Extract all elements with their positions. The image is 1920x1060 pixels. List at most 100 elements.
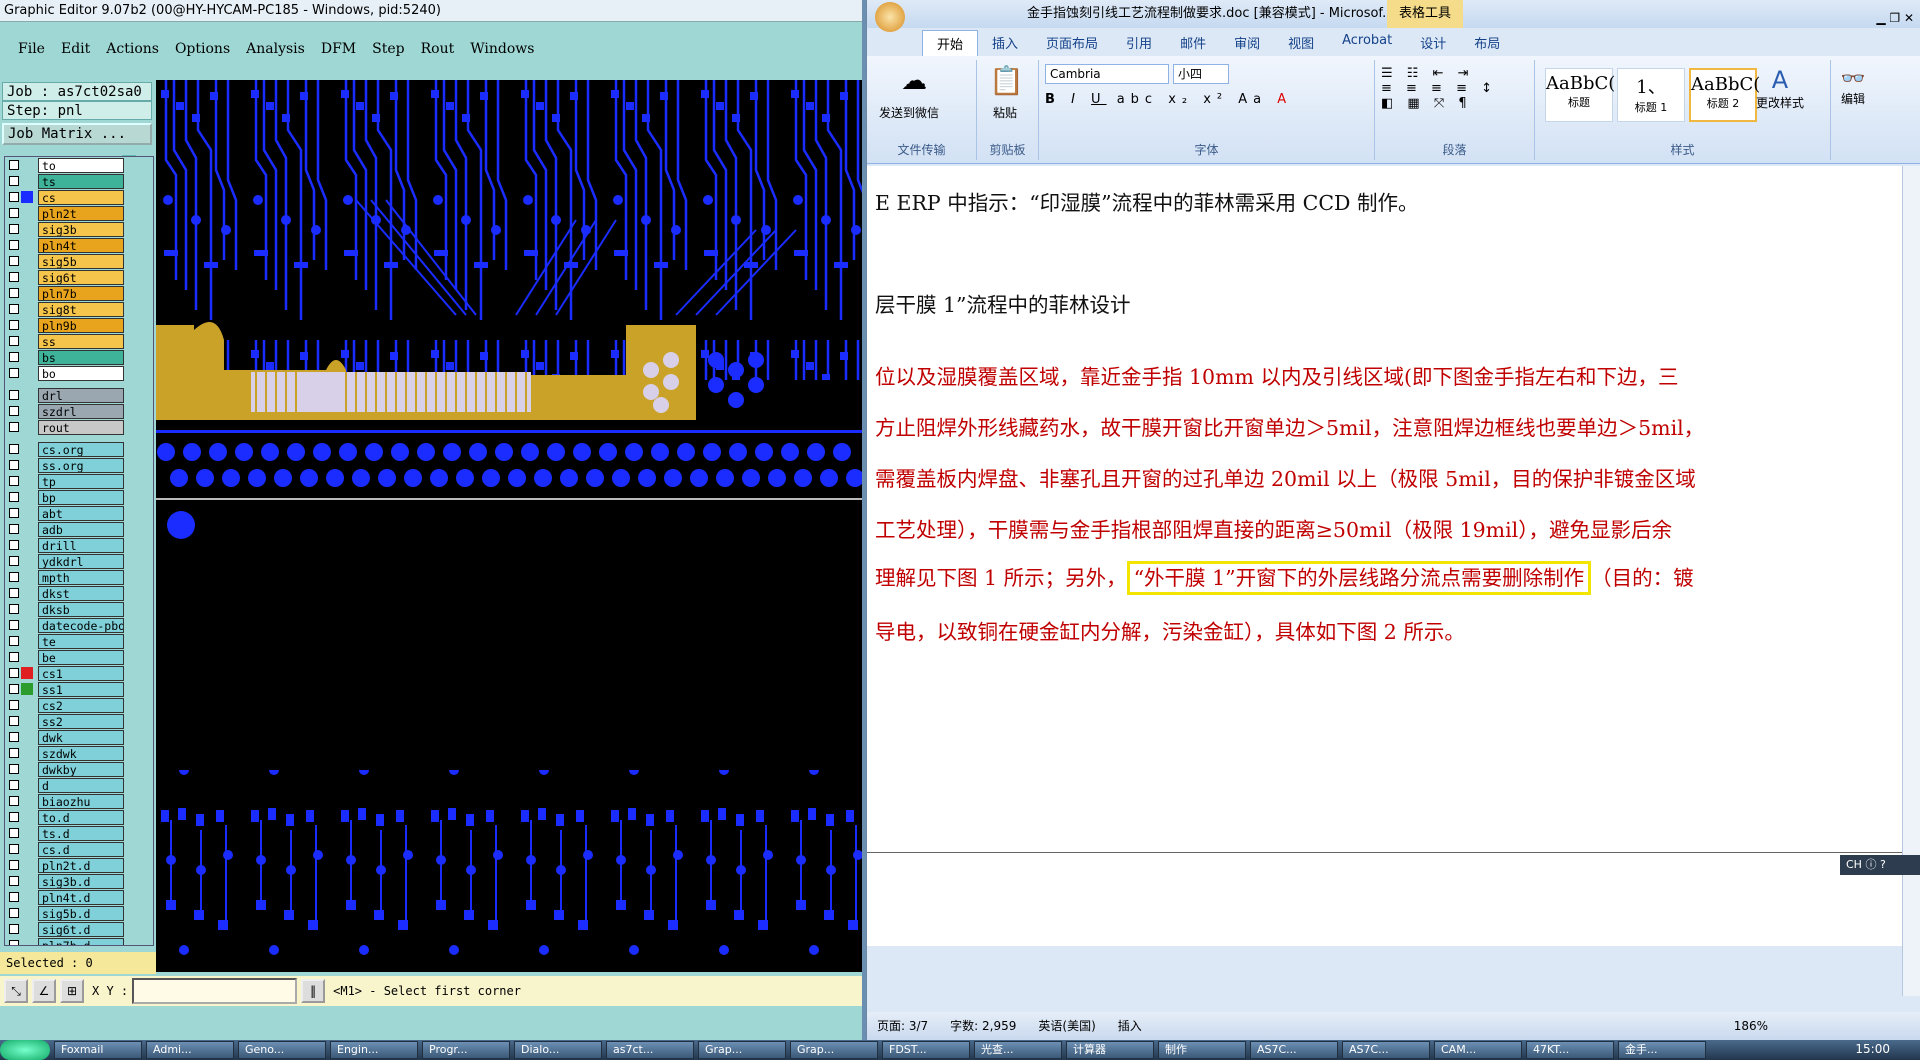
- layer-checkbox[interactable]: [9, 256, 19, 266]
- layer-name[interactable]: sig8t: [38, 301, 124, 317]
- layer-row[interactable]: sig6t.d: [5, 921, 153, 937]
- font-name-field[interactable]: Cambria: [1045, 64, 1169, 84]
- ribbon-tab[interactable]: 设计: [1406, 30, 1460, 56]
- layer-name[interactable]: sig3b: [38, 221, 124, 237]
- taskbar-item[interactable]: Grap...: [698, 1041, 786, 1059]
- layer-name[interactable]: abt: [38, 505, 124, 521]
- layer-checkbox[interactable]: [9, 492, 19, 502]
- layer-name[interactable]: ss1: [38, 681, 124, 697]
- layer-checkbox[interactable]: [9, 748, 19, 758]
- layer-checkbox[interactable]: [9, 716, 19, 726]
- layer-row[interactable]: to.d: [5, 809, 153, 825]
- layer-checkbox[interactable]: [9, 588, 19, 598]
- layer-checkbox[interactable]: [9, 320, 19, 330]
- layer-checkbox[interactable]: [9, 444, 19, 454]
- layer-name[interactable]: pln4t: [38, 237, 124, 253]
- insert-mode[interactable]: 插入: [1118, 1012, 1142, 1040]
- layer-row[interactable]: ss.org: [5, 457, 153, 473]
- layer-name[interactable]: cs.d: [38, 841, 124, 857]
- taskbar-item[interactable]: CAM...: [1434, 1041, 1522, 1059]
- layer-name[interactable]: sig6t.d: [38, 921, 124, 937]
- document-page[interactable]: E ERP 中指示：“印湿膜”流程中的菲林需采用 CCD 制作。 层干膜 1”流…: [867, 166, 1902, 946]
- layer-row[interactable]: dksb: [5, 601, 153, 617]
- ge-menu-windows[interactable]: Windows: [462, 38, 542, 60]
- style-gallery-item[interactable]: AaBbC(标题: [1545, 68, 1615, 122]
- layer-row[interactable]: sig5b.d: [5, 905, 153, 921]
- layer-name[interactable]: datecode-pbo: [38, 617, 124, 633]
- layer-checkbox[interactable]: [9, 668, 19, 678]
- layer-name[interactable]: rout: [38, 419, 124, 435]
- layer-name[interactable]: cs: [38, 189, 124, 205]
- layer-checkbox[interactable]: [9, 336, 19, 346]
- ge-menu-options[interactable]: Options: [167, 38, 238, 60]
- layer-checkbox[interactable]: [9, 764, 19, 774]
- change-styles-button[interactable]: A 更改样式: [1747, 66, 1813, 111]
- layer-name[interactable]: pln2t.d: [38, 857, 124, 873]
- layer-name[interactable]: dwk: [38, 729, 124, 745]
- layer-name[interactable]: cs1: [38, 665, 124, 681]
- style-gallery-item[interactable]: 1、 标题 1: [1617, 68, 1685, 122]
- layer-row[interactable]: pln9b: [5, 317, 153, 333]
- taskbar-item[interactable]: 金手...: [1618, 1041, 1706, 1059]
- layer-checkbox[interactable]: [9, 908, 19, 918]
- taskbar-item[interactable]: AS7C...: [1250, 1041, 1338, 1059]
- layer-name[interactable]: mpth: [38, 569, 124, 585]
- taskbar-item[interactable]: Foxmail: [54, 1041, 142, 1059]
- layer-name[interactable]: drill: [38, 537, 124, 553]
- layer-row[interactable]: drill: [5, 537, 153, 553]
- ribbon-tab[interactable]: 页面布局: [1032, 30, 1112, 56]
- taskbar-item[interactable]: AS7C...: [1342, 1041, 1430, 1059]
- layer-row[interactable]: adb: [5, 521, 153, 537]
- ribbon-tab[interactable]: Acrobat: [1328, 30, 1406, 56]
- layer-checkbox[interactable]: [9, 652, 19, 662]
- layer-row[interactable]: pln2t: [5, 205, 153, 221]
- layer-checkbox[interactable]: [9, 876, 19, 886]
- taskbar-item[interactable]: Geno...: [238, 1041, 326, 1059]
- grid-tool-icon[interactable]: ⊞: [60, 979, 84, 1003]
- measure-tool-icon[interactable]: ∠: [32, 979, 56, 1003]
- table-tools-tab[interactable]: 表格工具: [1387, 0, 1464, 28]
- layer-name[interactable]: ts: [38, 173, 124, 189]
- layer-name[interactable]: ss.org: [38, 457, 124, 473]
- layer-row[interactable]: datecode-pbo: [5, 617, 153, 633]
- layer-row[interactable]: sig6t: [5, 269, 153, 285]
- taskbar-item[interactable]: 光查...: [974, 1041, 1062, 1059]
- layer-row[interactable]: mpth: [5, 569, 153, 585]
- layer-checkbox[interactable]: [9, 476, 19, 486]
- layer-name[interactable]: pln7b.d: [38, 937, 124, 945]
- layer-checkbox[interactable]: [9, 508, 19, 518]
- layer-row[interactable]: pln4t: [5, 237, 153, 253]
- layer-checkbox[interactable]: [9, 924, 19, 934]
- ge-menu-dfm[interactable]: DFM: [313, 38, 364, 60]
- layer-row[interactable]: pln2t.d: [5, 857, 153, 873]
- layer-row[interactable]: rout: [5, 419, 153, 435]
- font-size-field[interactable]: 小四: [1173, 64, 1229, 84]
- xy-input[interactable]: [132, 978, 298, 1004]
- layer-row[interactable]: ts.d: [5, 825, 153, 841]
- page-count[interactable]: 页面: 3/7: [877, 1012, 928, 1040]
- layer-checkbox[interactable]: [9, 940, 19, 945]
- layer-checkbox[interactable]: [9, 620, 19, 630]
- layer-row[interactable]: bs: [5, 349, 153, 365]
- font-format-buttons[interactable]: B I U abc x₂ x² Aa A: [1045, 92, 1292, 107]
- layer-name[interactable]: te: [38, 633, 124, 649]
- layer-name[interactable]: ts.d: [38, 825, 124, 841]
- layer-row[interactable]: ss: [5, 333, 153, 349]
- layer-row[interactable]: szdrl: [5, 403, 153, 419]
- ribbon-tab[interactable]: 视图: [1274, 30, 1328, 56]
- word-count[interactable]: 字数: 2,959: [950, 1012, 1016, 1040]
- layer-row[interactable]: d: [5, 777, 153, 793]
- layer-row[interactable]: pln7b: [5, 285, 153, 301]
- zoom-level[interactable]: 186%: [1734, 1012, 1768, 1040]
- layer-checkbox[interactable]: [9, 572, 19, 582]
- ge-menu-step[interactable]: Step: [364, 38, 412, 60]
- layer-name[interactable]: sig5b.d: [38, 905, 124, 921]
- layer-name[interactable]: bp: [38, 489, 124, 505]
- paste-icon[interactable]: 📋: [989, 64, 1024, 97]
- layer-checkbox[interactable]: [9, 892, 19, 902]
- layer-row[interactable]: cs2: [5, 697, 153, 713]
- layer-checkbox[interactable]: [9, 208, 19, 218]
- window-controls[interactable]: ▁ ❐ ✕: [1876, 4, 1914, 32]
- layer-checkbox[interactable]: [9, 604, 19, 614]
- layer-row[interactable]: tp: [5, 473, 153, 489]
